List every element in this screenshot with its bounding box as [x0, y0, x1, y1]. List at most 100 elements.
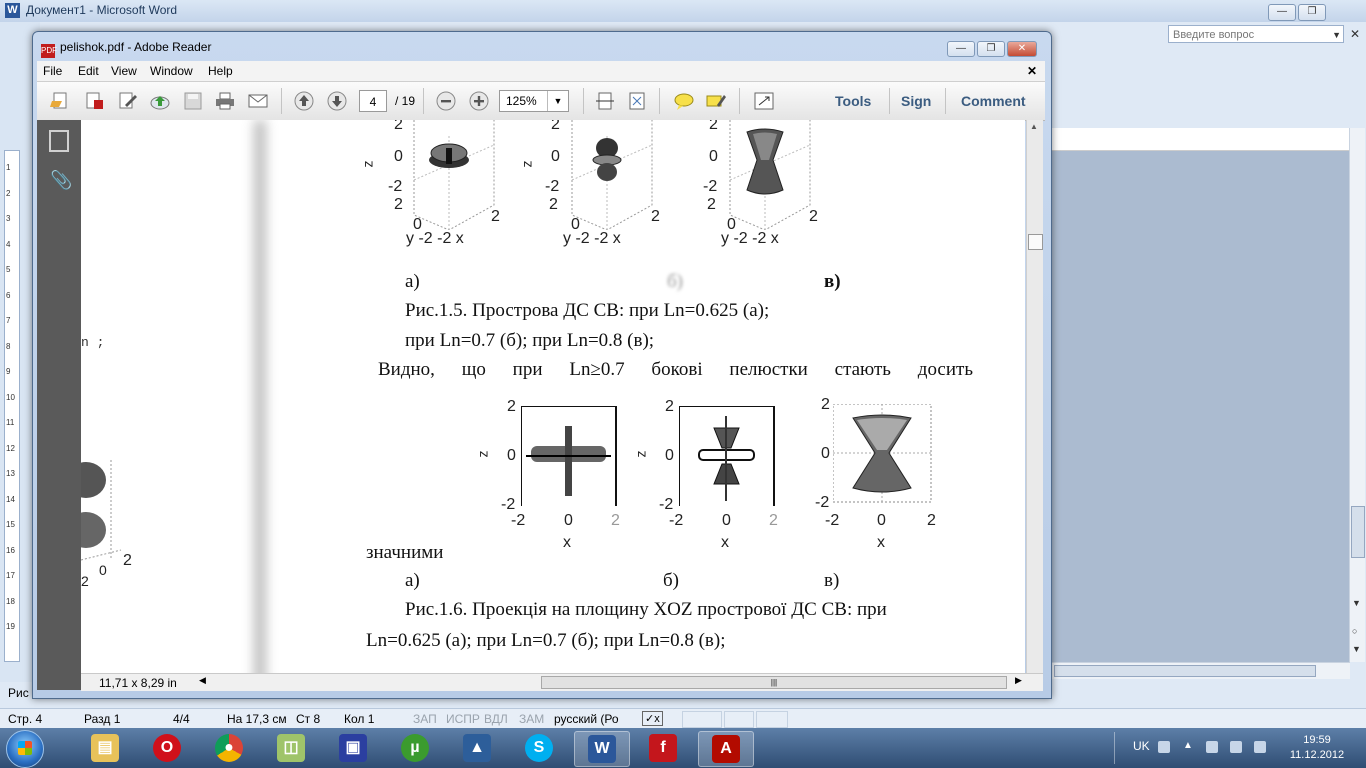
skype-icon: S	[525, 734, 553, 762]
keyboard-icon[interactable]	[1158, 741, 1170, 753]
taskbar-files[interactable]: ◫	[264, 731, 318, 765]
language-indicator[interactable]: UK	[1133, 739, 1150, 753]
axis-tick: 0	[394, 148, 403, 165]
open-file-icon[interactable]	[50, 91, 72, 111]
scroll-right-icon[interactable]: ▶	[1015, 675, 1022, 686]
word-title-bar: W Документ1 - Microsoft Word —❐ ✕	[0, 0, 1366, 39]
zoom-select[interactable]: 125% ▼	[499, 90, 569, 112]
next-page-icon[interactable]	[326, 91, 348, 111]
start-button[interactable]	[6, 730, 44, 768]
chevron-down-icon[interactable]: ▼	[1332, 26, 1341, 44]
fit-page-icon[interactable]	[626, 91, 648, 111]
toolbar-separator	[423, 88, 424, 114]
reader-hscroll-thumb[interactable]: |||	[541, 676, 1007, 689]
fig15-caption-line2: при Ln=0.7 (б); при Ln=0.8 (в);	[405, 330, 655, 351]
page-thumbnails-icon[interactable]	[49, 130, 69, 152]
axis-tick: 2	[821, 396, 830, 413]
word-minimize-button[interactable]: —	[1268, 4, 1296, 21]
taskbar-chrome[interactable]: ●	[202, 731, 256, 765]
close-icon[interactable]: ✕	[1350, 27, 1360, 41]
fig16-label-a: а)	[405, 570, 420, 591]
volume-icon[interactable]	[1254, 741, 1266, 753]
comment-link[interactable]: Comment	[961, 93, 1026, 109]
axis-tick: 2	[769, 512, 778, 529]
power-icon[interactable]	[1230, 741, 1242, 753]
status-ovr[interactable]: ЗАМ	[519, 712, 544, 726]
tray-separator	[1114, 732, 1115, 764]
sign-link[interactable]: Sign	[901, 93, 931, 109]
status-line: Ст 8	[296, 712, 321, 726]
partial-axis-label: 2	[81, 573, 89, 589]
reader-minimize-button[interactable]: —	[947, 41, 975, 57]
taskbar-skype[interactable]: S	[512, 731, 566, 765]
menu-edit[interactable]: Edit	[78, 64, 99, 78]
sticky-note-icon[interactable]	[673, 91, 695, 111]
word-ask-question-input[interactable]: Введите вопрос ▼	[1168, 25, 1344, 43]
status-ext[interactable]: ВДЛ	[484, 712, 508, 726]
menu-view[interactable]: View	[111, 64, 137, 78]
axis-bottom-labels: y -2 -2 x	[721, 230, 779, 247]
browse-object-icon[interactable]: ○	[1352, 626, 1357, 636]
taskbar-save-app[interactable]: ▣	[326, 731, 380, 765]
ruler-number: 12	[6, 444, 15, 453]
show-hidden-icons[interactable]: ▲	[1183, 740, 1193, 751]
taskbar-opera[interactable]: O	[140, 731, 194, 765]
word-restore-button[interactable]: ❐	[1298, 4, 1326, 21]
word-vertical-scrollbar[interactable]: ▼ ○ ▼	[1349, 128, 1365, 662]
toolbar-separator	[659, 88, 660, 114]
taskbar-acrobat[interactable]: A	[698, 731, 754, 767]
toolbar-separator	[281, 88, 282, 114]
reader-vertical-scrollbar[interactable]: ▲ ▼	[1026, 120, 1043, 690]
clock[interactable]: 19:59 11.12.2012	[1280, 733, 1354, 763]
edit-pdf-icon[interactable]	[117, 91, 139, 111]
previous-page-icon[interactable]	[293, 91, 315, 111]
taskbar-matlab[interactable]: ▲	[450, 731, 504, 765]
scroll-up-icon[interactable]: ▲	[1030, 122, 1038, 131]
attachments-icon[interactable]: 📎	[50, 170, 72, 191]
taskbar-explorer[interactable]: ▤	[78, 731, 132, 765]
status-language[interactable]: русский (Ро	[554, 712, 619, 726]
network-icon[interactable]	[1206, 741, 1218, 753]
files-icon: ◫	[277, 734, 305, 762]
status-rec[interactable]: ЗАП	[413, 712, 437, 726]
status-trk[interactable]: ИСПР	[446, 712, 480, 726]
close-document-icon[interactable]: ✕	[1027, 64, 1037, 78]
full-screen-icon[interactable]	[753, 91, 775, 111]
reader-restore-button[interactable]: ❐	[977, 41, 1005, 57]
system-tray: UK ▲ 19:59 11.12.2012	[1108, 728, 1366, 768]
reader-close-button[interactable]: ✕	[1007, 41, 1037, 57]
spelling-check-icon[interactable]: ✓x	[642, 711, 663, 726]
taskbar-word[interactable]: W	[574, 731, 630, 767]
page-number-input[interactable]: 4	[359, 90, 387, 112]
email-icon[interactable]	[247, 91, 269, 111]
menu-window[interactable]: Window	[150, 64, 193, 78]
create-pdf-icon[interactable]	[83, 91, 105, 111]
upload-icon[interactable]	[149, 91, 171, 111]
word-scroll-thumb[interactable]	[1351, 506, 1365, 558]
chevron-down-icon[interactable]: ▼	[547, 91, 568, 111]
print-icon[interactable]	[214, 91, 236, 111]
zoom-in-icon[interactable]	[468, 91, 490, 111]
fit-width-icon[interactable]	[594, 91, 616, 111]
word-hscroll-thumb[interactable]	[1054, 665, 1316, 677]
menu-file[interactable]: File	[43, 64, 62, 78]
partial-axis-label: 0	[99, 562, 107, 578]
next-page-icon[interactable]: ▼	[1352, 644, 1361, 654]
scroll-down-icon[interactable]: ▼	[1352, 598, 1361, 608]
ruler-number: 11	[6, 418, 15, 427]
scroll-left-icon[interactable]: ◀	[199, 675, 206, 686]
zoom-out-icon[interactable]	[435, 91, 457, 111]
word-horizontal-scrollbar[interactable]	[1050, 662, 1350, 679]
taskbar-utorrent[interactable]: µ	[388, 731, 442, 765]
save-icon[interactable]	[182, 91, 204, 111]
tools-link[interactable]: Tools	[835, 93, 871, 109]
reader-title-bar: PDF pelishok.pdf - Adobe Reader	[41, 40, 211, 58]
axis-tick: -2	[825, 512, 840, 529]
axis-label-x: x	[563, 534, 571, 551]
axis-tick: 2	[611, 512, 620, 529]
highlight-text-icon[interactable]	[705, 91, 727, 111]
taskbar-flash[interactable]: f	[636, 731, 690, 765]
reader-scroll-thumb[interactable]	[1028, 234, 1043, 250]
menu-help[interactable]: Help	[208, 64, 233, 78]
acrobat-icon: A	[712, 735, 740, 763]
